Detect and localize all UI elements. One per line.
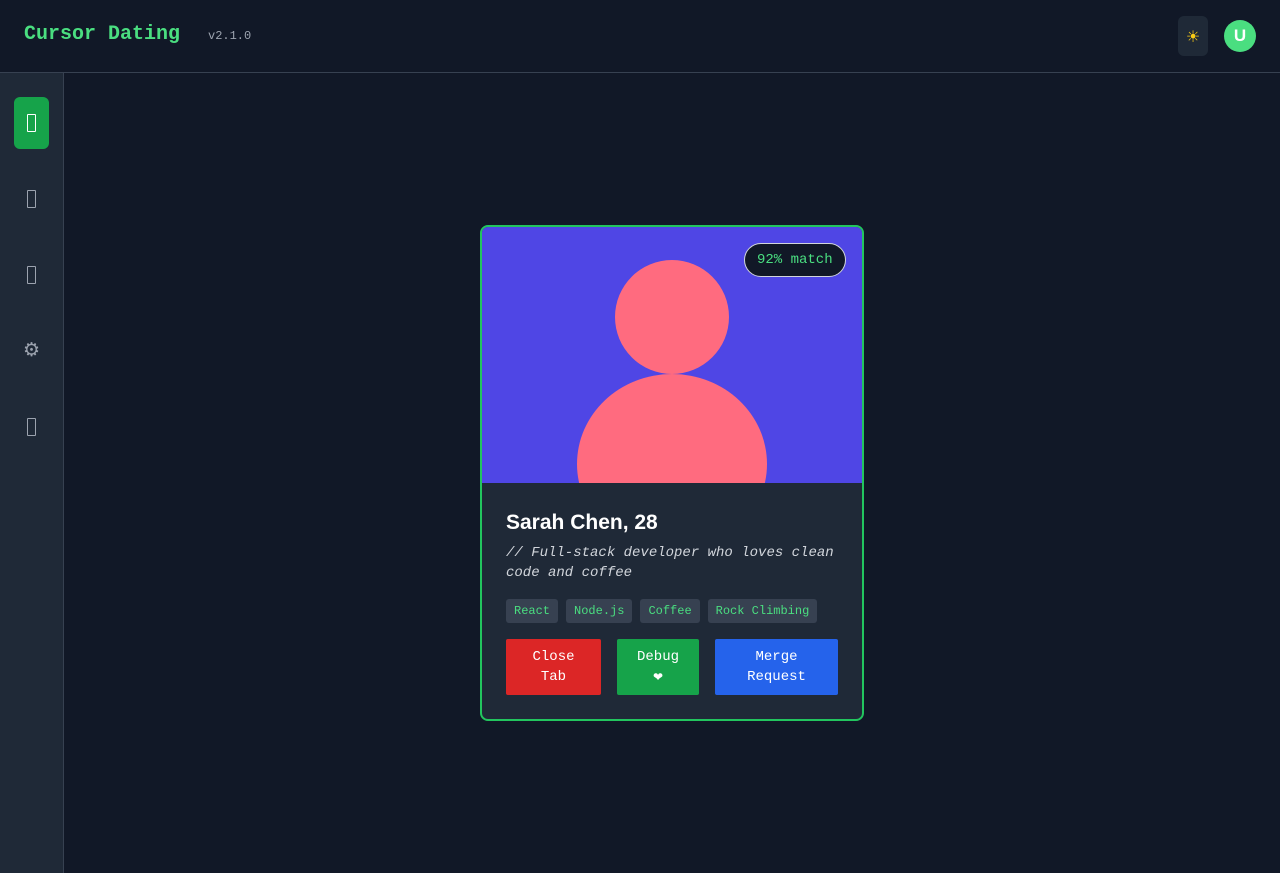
profile-icon — [27, 418, 36, 436]
top-header: Cursor Dating v2.1.0 ☀ U — [0, 0, 1280, 73]
sidebar-item-messages[interactable] — [14, 249, 49, 301]
profile-name: Sarah Chen, 28 — [506, 511, 658, 534]
user-avatar[interactable]: U — [1224, 20, 1256, 52]
app-title: Cursor Dating — [24, 23, 181, 46]
close-tab-button[interactable]: Close Tab — [506, 639, 601, 695]
profile-photo: 92% match — [482, 227, 862, 483]
gear-icon: ⚙ — [22, 339, 41, 361]
profile-card[interactable]: 92% match Sarah Chen, 28 // Full-stack d… — [480, 225, 864, 721]
merge-label-line2: Request — [747, 669, 806, 685]
match-badge: 92% match — [744, 243, 846, 277]
avatar-body-shape — [577, 374, 767, 483]
sidebar-item-discover[interactable] — [14, 97, 49, 149]
debug-label: Debug — [636, 649, 679, 665]
heart-icon: ❤ — [652, 670, 664, 684]
avatar-head-shape — [615, 260, 729, 374]
debug-like-button[interactable]: Debug ❤ — [617, 639, 699, 695]
sidebar-item-profile[interactable] — [14, 401, 49, 453]
tag: Node.js — [566, 599, 633, 623]
merge-request-button[interactable]: Merge Request — [715, 639, 838, 695]
close-label-line2: Tab — [540, 669, 567, 685]
tag: Coffee — [640, 599, 700, 623]
profile-bio: // Full-stack developer who loves clean … — [506, 545, 834, 581]
interest-tags: React Node.js Coffee Rock Climbing — [506, 599, 818, 623]
messages-icon — [27, 266, 36, 284]
matches-icon — [27, 190, 36, 208]
avatar-initial: U — [1233, 26, 1247, 45]
discover-icon — [27, 114, 36, 132]
sidebar-item-matches[interactable] — [14, 173, 49, 225]
tag: React — [506, 599, 559, 623]
action-buttons: Close Tab Debug ❤ Merge Request — [506, 639, 838, 695]
theme-toggle-button[interactable]: ☀ — [1178, 16, 1208, 56]
sun-icon: ☀ — [1185, 26, 1201, 46]
close-label-line1: Close — [532, 649, 575, 665]
sidebar-item-settings[interactable]: ⚙ — [14, 324, 49, 376]
tag: Rock Climbing — [707, 599, 818, 623]
merge-label-line1: Merge — [755, 649, 798, 665]
sidebar: ⚙ — [0, 73, 64, 873]
version-label: v2.1.0 — [208, 29, 252, 43]
